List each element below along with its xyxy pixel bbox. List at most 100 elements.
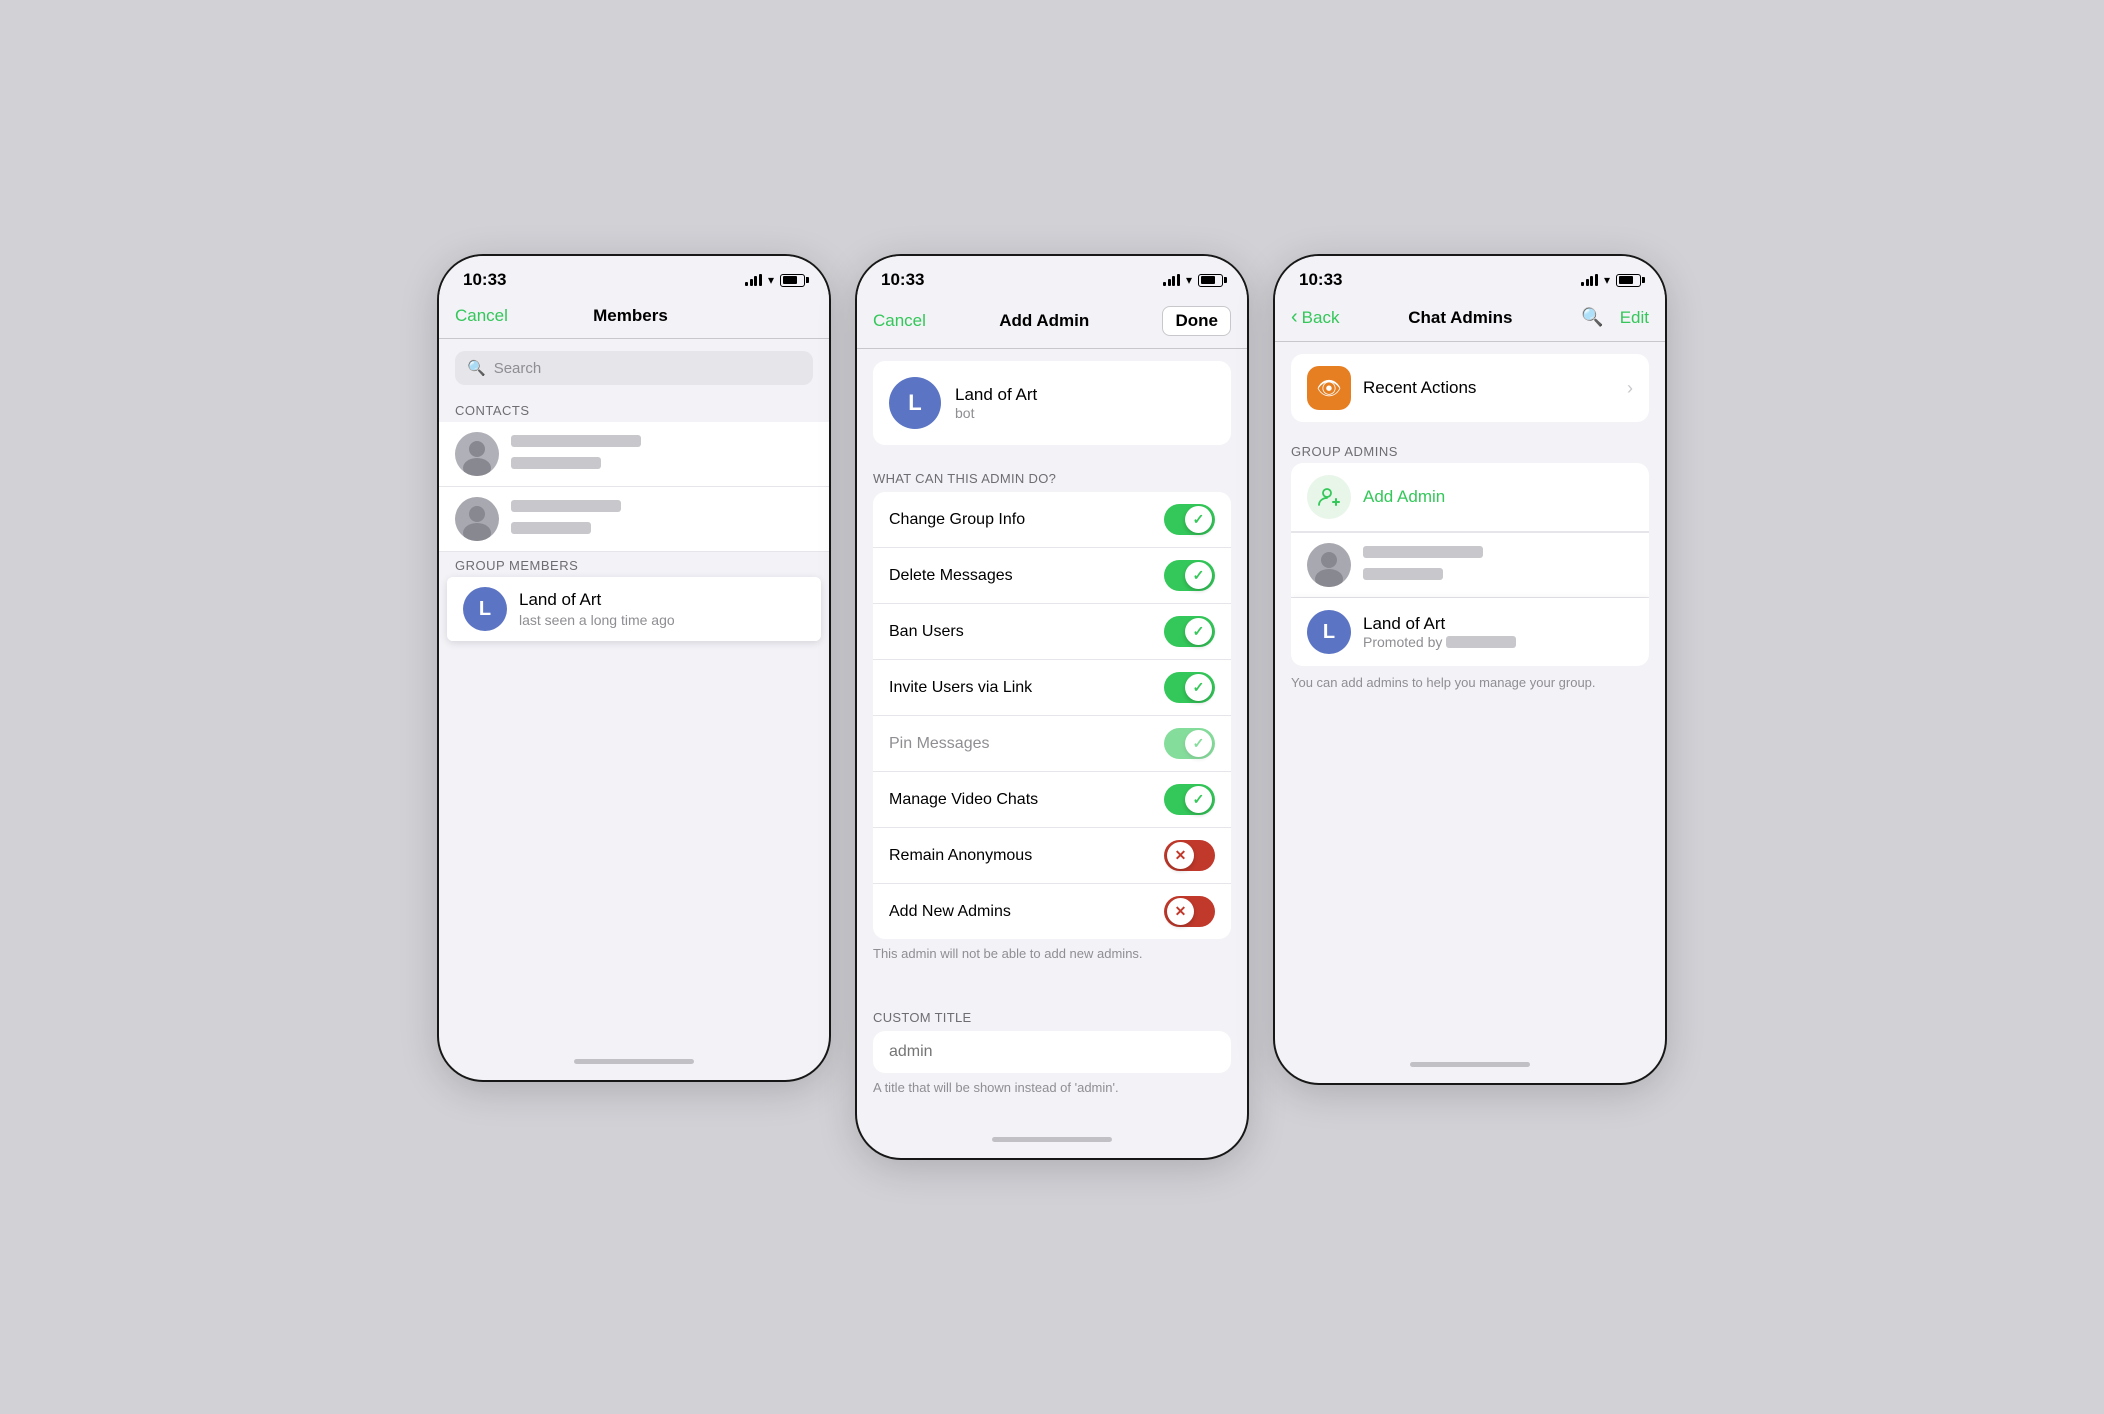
custom-title-section: CUSTOM TITLE A title that will be shown …: [857, 996, 1247, 1109]
perm-label-change-group-info: Change Group Info: [889, 511, 1025, 529]
status-icons-2: ▾: [1163, 273, 1223, 287]
toggle-pin-messages[interactable]: ✓: [1164, 728, 1215, 759]
contact-item-1[interactable]: [439, 422, 829, 487]
contact-item-2[interactable]: [439, 487, 829, 552]
perm-add-new-admins[interactable]: Add New Admins ✕: [873, 884, 1231, 939]
screen2-content: L Land of Art bot WHAT CAN THIS ADMIN DO…: [857, 349, 1247, 1128]
status-icons-3: ▾: [1581, 273, 1641, 287]
status-icons-1: ▾: [745, 273, 805, 287]
add-admin-title: Add Admin: [999, 311, 1089, 331]
wifi-icon-3: ▾: [1604, 273, 1610, 287]
admin-user-info: [1363, 545, 1633, 585]
status-bar-1: 10:33 ▾: [439, 256, 829, 296]
home-indicator-3: [1275, 1054, 1665, 1083]
nav-bar-1: Cancel Members: [439, 296, 829, 339]
status-bar-3: 10:33 ▾: [1275, 256, 1665, 296]
add-admin-label[interactable]: Add Admin: [1363, 487, 1445, 507]
recent-actions-label: Recent Actions: [1363, 378, 1476, 398]
avatar-admin-user: [1307, 543, 1351, 587]
toggle-change-group-info[interactable]: ✓: [1164, 504, 1215, 535]
contact-info-2: [511, 499, 813, 539]
admin-user-name-redacted: [1363, 546, 1483, 558]
add-admin-icon: [1307, 475, 1351, 519]
search-icon-3[interactable]: 🔍: [1581, 307, 1603, 328]
members-title: Members: [593, 306, 668, 326]
search-placeholder-1: Search: [494, 360, 542, 377]
wifi-icon-2: ▾: [1186, 273, 1192, 287]
cross-icon: ✕: [1175, 903, 1187, 920]
toggle-delete-messages[interactable]: ✓: [1164, 560, 1215, 591]
cancel-button-2[interactable]: Cancel: [873, 311, 926, 331]
toggle-invite-link[interactable]: ✓: [1164, 672, 1215, 703]
perm-label-invite-link: Invite Users via Link: [889, 679, 1032, 697]
signal-icon-1: [745, 274, 762, 286]
group-admins-header: GROUP ADMINS: [1275, 438, 1665, 463]
land-of-art-admin-highlight: L Land of Art Promoted by: [1291, 598, 1649, 666]
perm-label-video-chats: Manage Video Chats: [889, 791, 1038, 809]
nav-actions: 🔍 Edit: [1581, 307, 1649, 328]
group-info-text: You can add admins to help you manage yo…: [1275, 666, 1665, 708]
status-bar-2: 10:33 ▾: [857, 256, 1247, 296]
contact-sub-redacted-2: [511, 522, 591, 534]
back-label[interactable]: Back: [1302, 308, 1340, 328]
edit-button[interactable]: Edit: [1620, 308, 1649, 328]
toggle-ban-users[interactable]: ✓: [1164, 616, 1215, 647]
custom-title-helper: A title that will be shown instead of 'a…: [857, 1073, 1247, 1109]
land-of-art-row[interactable]: L Land of Art last seen a long time ago: [447, 577, 821, 641]
land-of-art-name-1: Land of Art: [519, 590, 805, 610]
battery-icon-1: [780, 274, 805, 287]
home-indicator-1: [439, 1051, 829, 1080]
promoted-by-label: Promoted by: [1363, 634, 1442, 650]
promoted-by-name-redacted: [1446, 636, 1516, 648]
check-icon: ✓: [1193, 735, 1205, 752]
screen3-chat-admins: 10:33 ▾ ‹ Back Chat Admins: [1275, 256, 1665, 1083]
permissions-list: Change Group Info ✓ Delete Messages ✓ Ba…: [873, 492, 1231, 939]
perm-delete-messages[interactable]: Delete Messages ✓: [873, 548, 1231, 604]
recent-actions-row[interactable]: 👁 Recent Actions ›: [1291, 354, 1649, 422]
check-icon: ✓: [1193, 623, 1205, 640]
perm-video-chats[interactable]: Manage Video Chats ✓: [873, 772, 1231, 828]
admin-current-user[interactable]: [1291, 532, 1649, 598]
cancel-button-1[interactable]: Cancel: [455, 306, 508, 326]
contact-name-redacted-1: [511, 435, 641, 447]
perm-label-remain-anonymous: Remain Anonymous: [889, 847, 1032, 865]
avatar-contact-1: [455, 432, 499, 476]
signal-icon-3: [1581, 274, 1598, 286]
land-of-art-avatar-1: L: [463, 587, 507, 631]
check-icon: ✓: [1193, 511, 1205, 528]
time-3: 10:33: [1299, 270, 1342, 290]
land-of-art-subtitle-1: last seen a long time ago: [519, 612, 805, 628]
battery-icon-3: [1616, 274, 1641, 287]
chat-admins-title: Chat Admins: [1408, 308, 1512, 328]
toggle-add-new-admins[interactable]: ✕: [1164, 896, 1215, 927]
toggle-remain-anonymous[interactable]: ✕: [1164, 840, 1215, 871]
done-button[interactable]: Done: [1162, 306, 1231, 336]
search-bar-1[interactable]: 🔍 Search: [455, 351, 813, 385]
contact-sub-redacted-1: [511, 457, 601, 469]
perm-change-group-info[interactable]: Change Group Info ✓: [873, 492, 1231, 548]
permissions-helper-text: This admin will not be able to add new a…: [857, 939, 1247, 975]
permissions-section-label: WHAT CAN THIS ADMIN DO?: [857, 457, 1247, 492]
perm-remain-anonymous[interactable]: Remain Anonymous ✕: [873, 828, 1231, 884]
battery-icon-2: [1198, 274, 1223, 287]
admin-profile-card: L Land of Art bot: [873, 361, 1231, 445]
perm-label-delete-messages: Delete Messages: [889, 567, 1013, 585]
screen1-members: 10:33 ▾ Cancel Members 🔍: [439, 256, 829, 1080]
land-of-art-avatar-3: L: [1307, 610, 1351, 654]
avatar-contact-2: [455, 497, 499, 541]
land-of-art-admin-row[interactable]: L Land of Art Promoted by: [1291, 598, 1649, 666]
add-admin-row[interactable]: Add Admin: [1291, 463, 1649, 532]
admin-profile-subtitle: bot: [955, 405, 1037, 421]
toggle-video-chats[interactable]: ✓: [1164, 784, 1215, 815]
check-icon: ✓: [1193, 791, 1205, 808]
perm-pin-messages[interactable]: Pin Messages ✓: [873, 716, 1231, 772]
back-button[interactable]: ‹ Back: [1291, 306, 1339, 329]
perm-ban-users[interactable]: Ban Users ✓: [873, 604, 1231, 660]
perm-invite-link[interactable]: Invite Users via Link ✓: [873, 660, 1231, 716]
wifi-icon-1: ▾: [768, 273, 774, 287]
custom-title-input[interactable]: [889, 1043, 1215, 1061]
home-indicator-2: [857, 1129, 1247, 1158]
screen3-content: 👁 Recent Actions › GROUP ADMINS: [1275, 354, 1665, 1054]
land-of-art-admin-info: Land of Art Promoted by: [1363, 614, 1633, 650]
custom-title-input-box[interactable]: [873, 1031, 1231, 1073]
